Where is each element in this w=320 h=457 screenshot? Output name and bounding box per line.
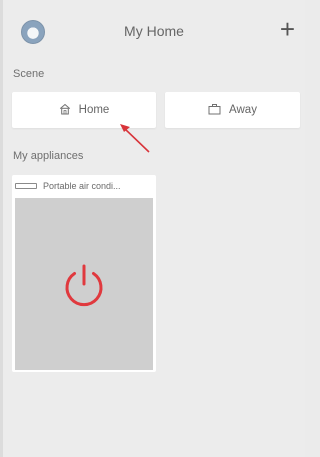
away-icon: [208, 103, 221, 118]
app-screen: My Home + Scene Home Away My appliances …: [0, 0, 305, 457]
appliances-section-label: My appliances: [13, 150, 84, 162]
scene-section-label: Scene: [13, 68, 45, 80]
appliance-card[interactable]: Portable air condi...: [12, 175, 156, 372]
header-bar: My Home +: [3, 12, 305, 52]
air-conditioner-icon: [15, 183, 37, 189]
scene-home-label: Home: [78, 104, 110, 116]
power-icon: [65, 264, 103, 307]
scene-away-label: Away: [229, 104, 257, 116]
home-icon: [59, 103, 71, 118]
appliance-name: Portable air condi...: [43, 181, 121, 191]
add-button[interactable]: +: [280, 14, 295, 44]
scene-away-button[interactable]: Away: [165, 92, 300, 128]
appliance-header: Portable air condi...: [12, 175, 156, 197]
appliance-body: [15, 198, 153, 370]
power-button[interactable]: [59, 260, 109, 310]
annotation-arrow: [120, 124, 150, 153]
page-title: My Home: [124, 23, 184, 39]
